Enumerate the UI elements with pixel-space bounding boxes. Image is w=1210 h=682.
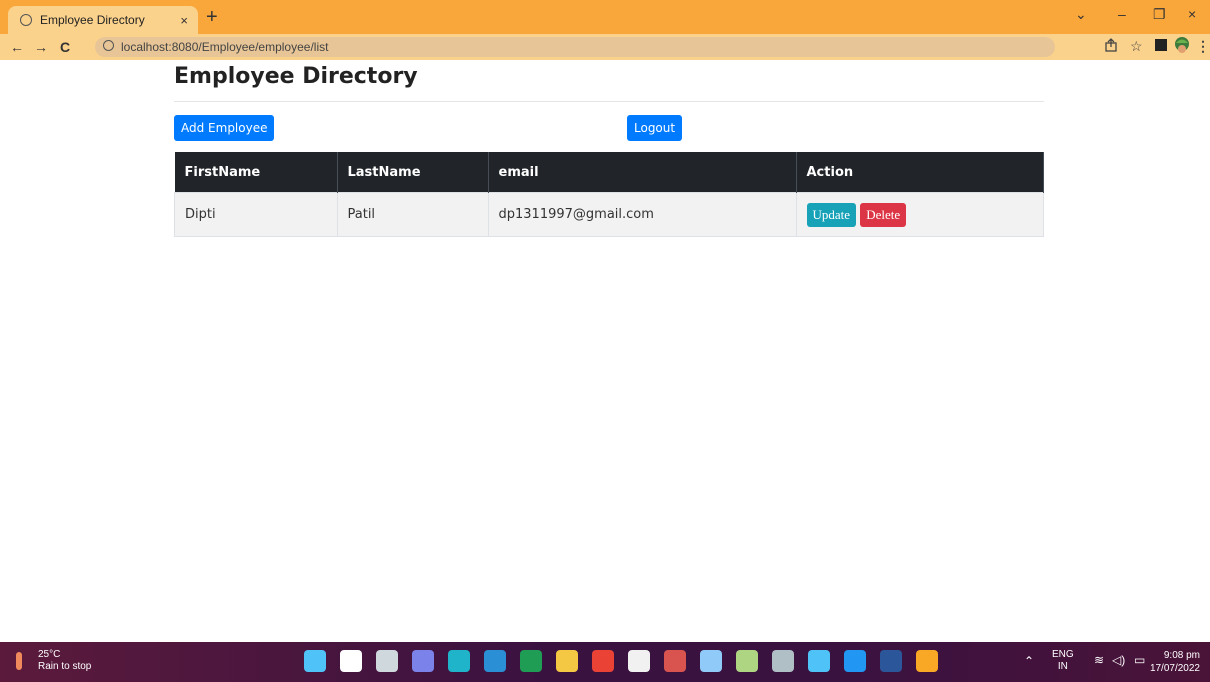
clock-date: 17/07/2022 (1149, 663, 1200, 674)
new-tab-icon[interactable]: + (206, 7, 218, 27)
sts-icon[interactable] (808, 650, 830, 672)
weather-widget[interactable]: 25°C Rain to stop (16, 649, 91, 673)
url-field[interactable]: localhost:8080/Employee/employee/list (95, 37, 1055, 57)
divider (174, 101, 1044, 102)
table-header-row: FirstName LastName email Action (174, 152, 1044, 193)
page-title: Employee Directory (174, 64, 418, 89)
profile-avatar[interactable] (1172, 36, 1192, 56)
browser-tab[interactable]: Employee Directory × (8, 6, 198, 34)
notepad-icon[interactable] (700, 650, 722, 672)
chevron-up-icon[interactable]: ⌃ (1024, 654, 1034, 668)
menu-icon[interactable]: ⋮ (1196, 38, 1210, 55)
employee-table: FirstName LastName email Action Dipti Pa… (174, 152, 1044, 237)
page-content: Employee Directory Add Employee Logout F… (0, 60, 1210, 642)
table-row: Dipti Patil dp1311997@gmail.com Update D… (174, 192, 1044, 237)
search-icon[interactable] (340, 650, 362, 672)
task-view-icon[interactable] (376, 650, 398, 672)
clock[interactable]: 9:08 pm 17/07/2022 (1150, 649, 1200, 675)
browser-tab-bar: Employee Directory × + ⌄ – ❐ × (0, 0, 1210, 34)
skype-icon[interactable] (844, 650, 866, 672)
clock-time: 9:08 pm (1163, 650, 1200, 661)
lang-line2: IN (1057, 661, 1068, 672)
header-email: email (488, 152, 797, 193)
cell-email: dp1311997@gmail.com (487, 192, 797, 237)
chrome-canary-icon[interactable] (916, 650, 938, 672)
excel-icon[interactable] (520, 650, 542, 672)
weather-icon (16, 652, 22, 670)
side-panel-icon[interactable] (1154, 38, 1168, 52)
cell-lastname: Patil (336, 192, 489, 237)
minimize-icon[interactable]: – (1118, 6, 1126, 22)
file-explorer-icon[interactable] (556, 650, 578, 672)
tab-close-icon[interactable]: × (180, 13, 188, 28)
share-icon[interactable] (1104, 38, 1118, 52)
url-text: localhost:8080/Employee/employee/list (121, 40, 329, 54)
cell-action: Update Delete (795, 192, 1044, 237)
edge-icon[interactable] (448, 650, 470, 672)
settings-icon[interactable] (772, 650, 794, 672)
info-icon[interactable] (103, 40, 114, 51)
delete-button[interactable]: Delete (860, 202, 907, 227)
chrome-icon[interactable] (592, 650, 614, 672)
restore-icon[interactable]: ❐ (1153, 6, 1166, 23)
store-icon[interactable] (628, 650, 650, 672)
reload-icon[interactable]: C (60, 39, 70, 55)
taskbar-apps (304, 650, 938, 672)
weather-desc: Rain to stop (38, 661, 92, 672)
globe-icon (20, 14, 32, 26)
bookmark-star-icon[interactable]: ☆ (1130, 38, 1143, 55)
add-employee-button[interactable]: Add Employee (174, 115, 275, 141)
weather-temp: 25°C (38, 649, 61, 660)
teams-chat-icon[interactable] (412, 650, 434, 672)
word-icon[interactable] (880, 650, 902, 672)
window-close-icon[interactable]: × (1188, 6, 1196, 22)
taskbar: 25°C Rain to stop ⌃ ENG IN ≋ ◁) ▭ 9:08 p… (0, 642, 1210, 682)
back-icon[interactable]: ← (10, 39, 24, 55)
windows-start-icon[interactable] (304, 650, 326, 672)
logout-button[interactable]: Logout (627, 115, 683, 141)
battery-icon[interactable]: ▭ (1134, 653, 1145, 667)
photos-icon[interactable] (484, 650, 506, 672)
address-bar: ← → C localhost:8080/Employee/employee/l… (0, 34, 1210, 60)
header-action: Action (796, 152, 1044, 193)
update-button[interactable]: Update (806, 202, 857, 227)
lang-line1: ENG (1052, 649, 1074, 660)
volume-icon[interactable]: ◁) (1112, 653, 1125, 667)
header-lastname: LastName (337, 152, 489, 193)
header-firstname: FirstName (174, 152, 338, 193)
tab-title: Employee Directory (40, 13, 145, 27)
calculator-icon[interactable] (736, 650, 758, 672)
wifi-icon[interactable]: ≋ (1094, 653, 1104, 667)
language-indicator[interactable]: ENG IN (1052, 649, 1074, 673)
mp3-cutter-icon[interactable] (664, 650, 686, 672)
cell-firstname: Dipti (174, 192, 338, 237)
chevron-down-icon[interactable]: ⌄ (1075, 6, 1087, 23)
forward-icon[interactable]: → (34, 39, 48, 55)
